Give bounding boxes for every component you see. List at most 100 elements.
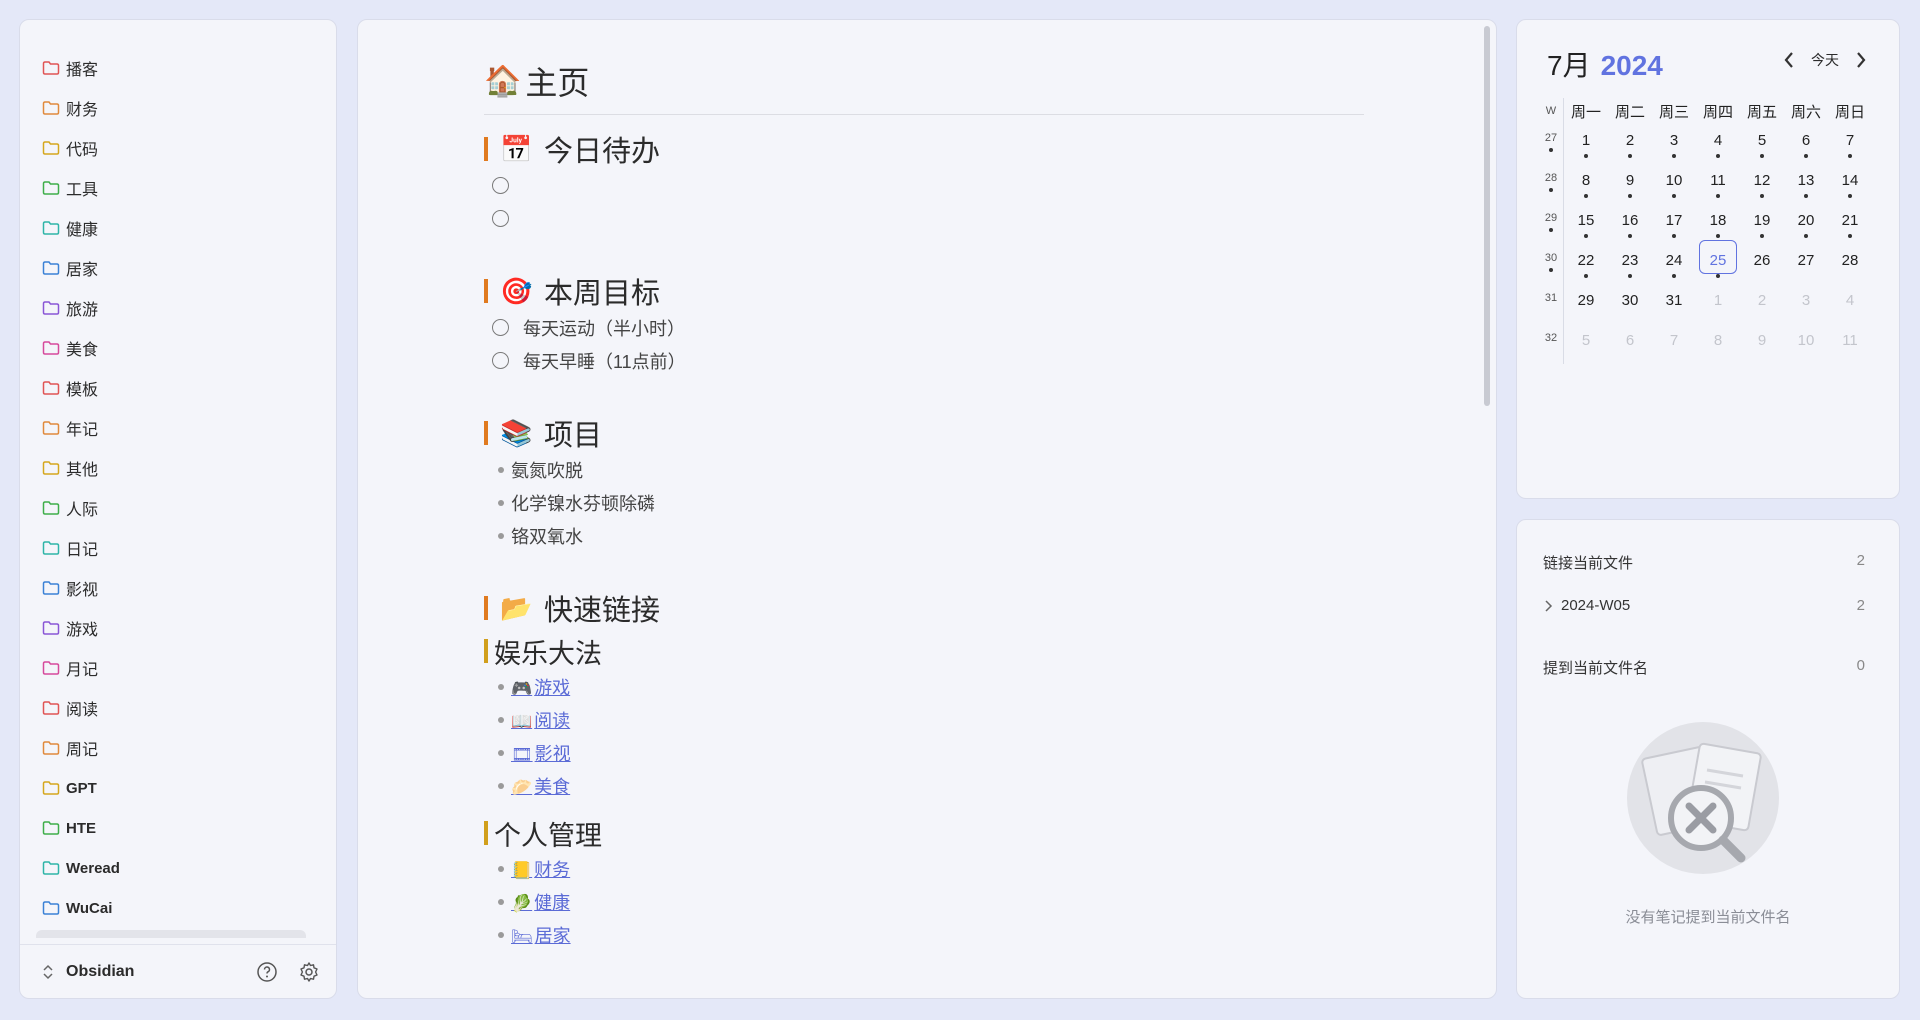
chevron-right-icon[interactable] (1543, 599, 1553, 613)
calendar-day[interactable]: 28 (1828, 250, 1872, 278)
calendar-day[interactable]: 16 (1608, 210, 1652, 238)
calendar-day[interactable]: 15 (1564, 210, 1608, 238)
chevron-right-icon[interactable] (1853, 50, 1869, 70)
today-button[interactable]: 今天 (1811, 50, 1839, 70)
calendar-day[interactable]: 7 (1828, 130, 1872, 158)
calendar-day[interactable]: 8 (1696, 330, 1740, 358)
task-checkbox[interactable] (492, 177, 509, 194)
folder-item[interactable]: 旅游 (20, 288, 336, 328)
editor-scrollbar[interactable] (1484, 26, 1490, 406)
folder-item[interactable]: WuCai (20, 888, 336, 928)
unlinked-mentions-header[interactable]: 提到当前文件名 0 (1543, 657, 1865, 678)
internal-link[interactable]: 🎮 游戏 (511, 674, 570, 700)
folder-item[interactable]: Weread (20, 848, 336, 888)
calendar-day[interactable]: 13 (1784, 170, 1828, 198)
calendar-day[interactable]: 14 (1828, 170, 1872, 198)
calendar-day[interactable]: 19 (1740, 210, 1784, 238)
internal-link[interactable]: 📒 财务 (511, 856, 570, 882)
folder-item[interactable]: 年记 (20, 408, 336, 448)
folder-item[interactable]: 代码 (20, 128, 336, 168)
week-number[interactable]: 28 (1539, 164, 1564, 204)
task-item[interactable] (484, 169, 1364, 202)
calendar-day[interactable]: 29 (1564, 290, 1608, 318)
folder-item[interactable]: 居家 (20, 248, 336, 288)
folder-item[interactable]: 模板 (20, 368, 336, 408)
calendar-day[interactable]: 10 (1784, 330, 1828, 358)
folder-item[interactable]: 播客 (20, 48, 336, 88)
week-number[interactable]: 31 (1539, 284, 1564, 324)
calendar-day-today[interactable]: 25 (1696, 240, 1740, 278)
calendar-day[interactable]: 1 (1696, 290, 1740, 318)
calendar-day[interactable]: 5 (1740, 130, 1784, 158)
calendar-day[interactable]: 6 (1784, 130, 1828, 158)
linked-mentions-header[interactable]: 链接当前文件 2 (1543, 552, 1865, 573)
calendar-day[interactable]: 4 (1828, 290, 1872, 318)
file-item-active[interactable]: 🏠主页 (36, 930, 306, 938)
calendar-day[interactable]: 18 (1696, 210, 1740, 238)
task-item[interactable]: 每天运动（半小时） (484, 311, 1364, 344)
folder-item[interactable]: 人际 (20, 488, 336, 528)
calendar-day[interactable]: 7 (1652, 330, 1696, 358)
week-number[interactable]: 30 (1539, 244, 1564, 284)
calendar-day[interactable]: 11 (1696, 170, 1740, 198)
folder-item[interactable]: 美食 (20, 328, 336, 368)
internal-link[interactable]: 🛏 居家 (511, 922, 571, 948)
folder-item[interactable]: 游戏 (20, 608, 336, 648)
calendar-day[interactable]: 10 (1652, 170, 1696, 198)
calendar-day[interactable]: 5 (1564, 330, 1608, 358)
folder-item[interactable]: 其他 (20, 448, 336, 488)
internal-link[interactable]: 📖 阅读 (511, 707, 570, 733)
editor-pane[interactable]: 🏠 主页 📅 今日待办 🎯 本周目标 每天运动（半小时） 每天早睡（11点前） … (357, 19, 1497, 999)
calendar-day[interactable]: 22 (1564, 250, 1608, 278)
task-item[interactable] (484, 202, 1364, 235)
help-circle-icon[interactable] (256, 961, 278, 983)
folder-item[interactable]: 影视 (20, 568, 336, 608)
folder-item[interactable]: HTE (20, 808, 336, 848)
task-checkbox[interactable] (492, 319, 509, 336)
calendar-day[interactable]: 27 (1784, 250, 1828, 278)
calendar-day[interactable]: 12 (1740, 170, 1784, 198)
calendar-day[interactable]: 11 (1828, 330, 1872, 358)
calendar-day[interactable]: 23 (1608, 250, 1652, 278)
calendar-day[interactable]: 1 (1564, 130, 1608, 158)
task-checkbox[interactable] (492, 352, 509, 369)
internal-link[interactable]: 🎞 影视 (511, 740, 571, 766)
chevron-left-icon[interactable] (1781, 50, 1797, 70)
folder-item[interactable]: 工具 (20, 168, 336, 208)
calendar-day[interactable]: 3 (1652, 130, 1696, 158)
folder-item[interactable]: 月记 (20, 648, 336, 688)
folder-item[interactable]: 周记 (20, 728, 336, 768)
calendar-year[interactable]: 2024 (1601, 50, 1663, 82)
calendar-day[interactable]: 9 (1608, 170, 1652, 198)
calendar-day[interactable]: 26 (1740, 250, 1784, 278)
backlink-item[interactable]: 2024-W05 2 (1543, 597, 1865, 614)
calendar-day[interactable]: 24 (1652, 250, 1696, 278)
week-number[interactable]: 27 (1539, 124, 1564, 164)
folder-item[interactable]: 日记 (20, 528, 336, 568)
calendar-day[interactable]: 21 (1828, 210, 1872, 238)
calendar-day[interactable]: 20 (1784, 210, 1828, 238)
calendar-day[interactable]: 3 (1784, 290, 1828, 318)
calendar-day[interactable]: 8 (1564, 170, 1608, 198)
task-checkbox[interactable] (492, 210, 509, 227)
folder-item[interactable]: 健康 (20, 208, 336, 248)
calendar-day[interactable]: 31 (1652, 290, 1696, 318)
folder-item[interactable]: GPT (20, 768, 336, 808)
gear-icon[interactable] (298, 961, 320, 983)
task-item[interactable]: 每天早睡（11点前） (484, 344, 1364, 377)
calendar-day[interactable]: 2 (1608, 130, 1652, 158)
week-number[interactable]: 32 (1539, 324, 1564, 364)
calendar-day[interactable]: 9 (1740, 330, 1784, 358)
calendar-day[interactable]: 6 (1608, 330, 1652, 358)
calendar-day[interactable]: 4 (1696, 130, 1740, 158)
calendar-day[interactable]: 17 (1652, 210, 1696, 238)
calendar-month[interactable]: 7月 (1547, 44, 1591, 84)
vault-switcher[interactable]: Obsidian (20, 944, 336, 998)
calendar-day[interactable]: 2 (1740, 290, 1784, 318)
week-number[interactable]: 29 (1539, 204, 1564, 244)
calendar-day[interactable]: 30 (1608, 290, 1652, 318)
folder-item[interactable]: 财务 (20, 88, 336, 128)
folder-item[interactable]: 阅读 (20, 688, 336, 728)
internal-link[interactable]: 🥬 健康 (511, 889, 570, 915)
internal-link[interactable]: 🥟 美食 (511, 773, 570, 799)
